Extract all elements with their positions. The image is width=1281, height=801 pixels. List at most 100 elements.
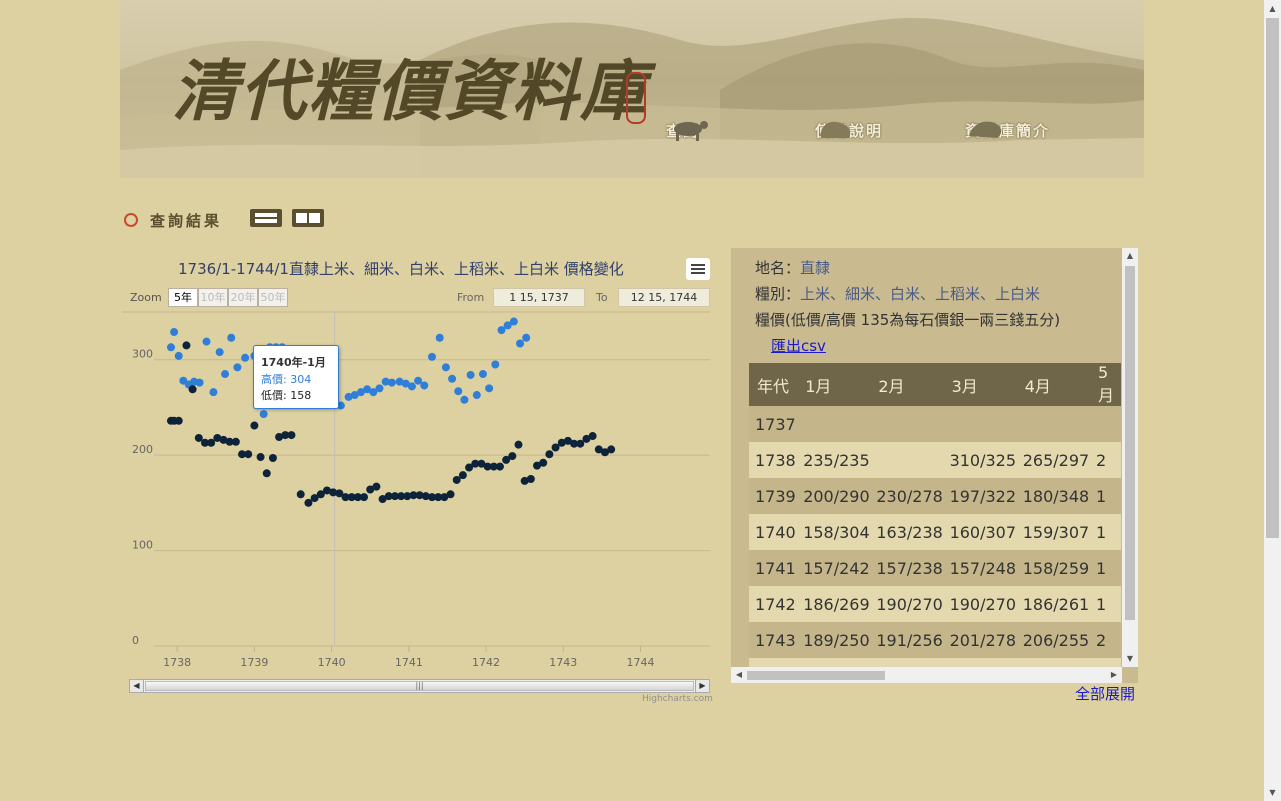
data-point [227, 333, 236, 342]
category-label: 糧別： [755, 285, 801, 303]
to-date-input[interactable]: 12 15, 1744 [618, 288, 710, 307]
table-row: 1744205/220 [749, 658, 1121, 667]
bullet-ring-icon [124, 213, 138, 227]
navigator-scrollbar[interactable]: ◀ ||| ▶ [129, 679, 710, 693]
expand-all-link[interactable]: 全部展開 [1075, 683, 1135, 704]
table-header-cell: 2月 [870, 363, 944, 406]
data-point [545, 450, 554, 459]
price-chart: 0 100 200 300 1738 1739 1740 1741 1742 1743 1744 1… [122, 250, 716, 710]
scroll-left-arrow[interactable]: ◀ [130, 680, 144, 692]
data-point [244, 450, 253, 459]
price-cell [1016, 406, 1090, 442]
page-vertical-scrollbar[interactable]: ▲ ▼ [1264, 0, 1281, 801]
data-point [526, 475, 535, 483]
zoom-20y-button[interactable]: 20年 [228, 288, 258, 307]
price-cell: 158/304 [797, 514, 871, 550]
zoom-10y-button[interactable]: 10年 [198, 288, 228, 307]
table-header-cell: 4月 [1016, 363, 1090, 406]
export-csv-link[interactable]: 匯出csv [771, 335, 826, 356]
zoom-label: Zoom [130, 291, 162, 304]
category-value: 上米、細米、白米、上稻米、上白米 [800, 285, 1041, 303]
y-tick-label: 0 [132, 634, 139, 647]
table-row: 1740 158/304 163/238 160/307 159/307 1 [749, 514, 1121, 550]
section-header: 查詢結果 [124, 208, 222, 232]
x-tick-label: 1744 [627, 656, 655, 669]
y-tick-label: 100 [132, 539, 153, 552]
scroll-left-arrow[interactable]: ◀ [731, 667, 747, 683]
table-vertical-scrollbar[interactable]: ▲ ▼ [1122, 248, 1138, 667]
year-cell: 1739 [749, 478, 798, 514]
table-header-cell: 3月 [943, 363, 1017, 406]
seal-stamp [626, 72, 646, 124]
price-table-container[interactable]: 年代 1月 2月 3月 4月 5月 1737 1738 235/235 310/325 265/2… [749, 363, 1121, 667]
category-row: 糧別：上米、細米、白米、上稻米、上白米 [755, 283, 1040, 304]
zoom-5y-button[interactable]: 5年 [168, 288, 198, 307]
data-point [231, 437, 240, 446]
table-row: 1742 186/269 190/270 190/270 186/261 1 [749, 586, 1121, 622]
table-header-cell: 年代 [749, 363, 798, 406]
page-scroll-thumb[interactable] [1266, 18, 1279, 538]
price-cell: 157/238 [870, 550, 944, 586]
data-point [215, 348, 224, 357]
chart-credits[interactable]: Highcharts.com [642, 694, 713, 704]
to-label: To [596, 291, 608, 304]
table-hscroll-thumb[interactable] [747, 671, 885, 680]
site-title: 清代糧價資料庫 [172, 52, 648, 130]
scroll-down-arrow[interactable]: ▼ [1122, 651, 1138, 667]
data-point [407, 382, 416, 391]
page-scroll-up-arrow[interactable]: ▲ [1264, 0, 1281, 17]
price-cell: 189/250 [797, 622, 871, 658]
x-tick-label: 1741 [395, 656, 423, 669]
data-point [360, 493, 369, 502]
data-point [420, 381, 429, 390]
data-point [495, 462, 504, 471]
data-point [174, 416, 183, 425]
data-point [372, 482, 381, 491]
price-cell: 186/269 [797, 586, 871, 622]
data-point [182, 341, 191, 350]
data-point [202, 337, 211, 346]
table-vscroll-thumb[interactable] [1125, 266, 1135, 620]
tooltip-title: 1740年-1月 [261, 356, 326, 369]
data-point [262, 469, 271, 478]
year-cell: 1737 [749, 406, 798, 442]
scroll-up-arrow[interactable]: ▲ [1122, 248, 1138, 264]
navigator-scroll-thumb[interactable]: ||| [145, 681, 694, 691]
price-cell: 190/270 [943, 586, 1017, 622]
scroll-right-arrow[interactable]: ▶ [695, 680, 709, 692]
year-cell: 1741 [749, 550, 798, 586]
year-cell: 1738 [749, 442, 798, 478]
nav-usage[interactable]: 使用說明 [815, 116, 883, 144]
data-point [256, 453, 265, 462]
layout-side-by-side-button[interactable] [292, 209, 324, 227]
nav-query[interactable]: 查詢 [666, 116, 708, 144]
data-point [454, 387, 463, 396]
data-point [174, 351, 183, 360]
table-horizontal-scrollbar[interactable]: ◀ ▶ [731, 667, 1122, 683]
page-scroll-down-arrow[interactable]: ▼ [1264, 784, 1281, 801]
from-date-input[interactable]: 1 15, 1737 [493, 288, 585, 307]
price-cell: 206/255 [1016, 622, 1090, 658]
nav-about[interactable]: 資料庫簡介 [965, 116, 1050, 144]
price-cell: 186/261 [1016, 586, 1090, 622]
data-point [221, 370, 230, 379]
chart-menu-button[interactable] [686, 258, 710, 280]
price-cell: 1 [1089, 514, 1121, 550]
price-cell: 200/290 [797, 478, 871, 514]
layout-stacked-button[interactable] [250, 209, 282, 227]
price-cell: 265/297 [1016, 442, 1090, 478]
zoom-50y-button[interactable]: 50年 [258, 288, 288, 307]
data-point [460, 395, 469, 404]
data-point [233, 363, 242, 372]
data-point [375, 384, 384, 393]
table-row: 1738 235/235 310/325 265/297 2 [749, 442, 1121, 478]
data-point [268, 454, 277, 463]
data-point [485, 384, 494, 393]
data-point [296, 490, 305, 499]
data-point [209, 388, 218, 397]
x-tick-label: 1739 [240, 656, 268, 669]
scroll-right-arrow[interactable]: ▶ [1106, 667, 1122, 683]
price-cell: 157/242 [797, 550, 871, 586]
price-cell: 235/235 [797, 442, 871, 478]
table-row: 1739 200/290 230/278 197/322 180/348 1 [749, 478, 1121, 514]
